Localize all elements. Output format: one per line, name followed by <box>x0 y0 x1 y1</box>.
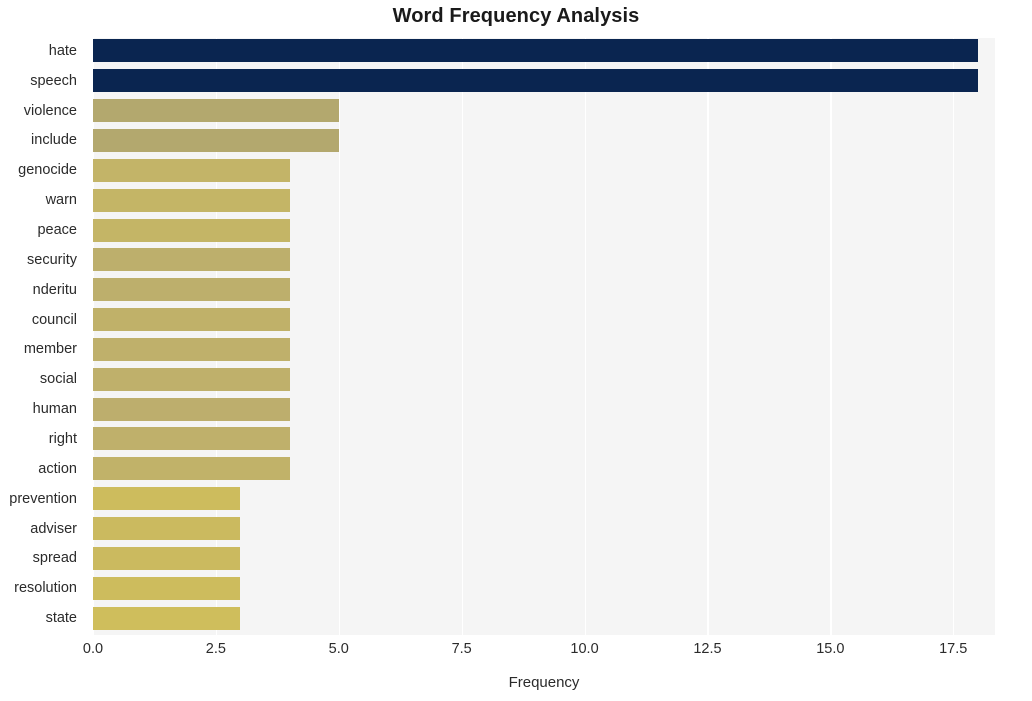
y-tick-label: social <box>39 371 77 388</box>
y-tick-label: adviser <box>30 520 77 537</box>
y-tick-label: action <box>38 460 77 477</box>
gridline <box>707 38 709 635</box>
bar <box>93 308 290 332</box>
bar <box>93 576 241 600</box>
word-frequency-chart: Word Frequency Analysis hate speech violen… <box>0 0 1032 701</box>
x-tick-label: 10.0 <box>570 641 599 657</box>
bar <box>93 218 290 242</box>
bar <box>93 606 241 630</box>
gridline <box>338 38 340 635</box>
y-tick-label: spread <box>32 550 77 567</box>
bar <box>93 517 241 541</box>
y-tick-label: nderitu <box>32 281 77 298</box>
plot-area <box>93 38 995 635</box>
x-tick-label: 5.0 <box>328 641 349 657</box>
bar <box>93 99 339 123</box>
gridline <box>93 38 95 635</box>
y-tick-label: security <box>27 251 77 268</box>
y-tick-label: human <box>32 401 77 418</box>
y-tick-label: warn <box>45 192 77 209</box>
y-tick-label: speech <box>30 72 77 89</box>
x-tick-label: 12.5 <box>693 641 722 657</box>
y-tick-label: right <box>48 430 77 447</box>
y-tick-label: resolution <box>14 580 77 597</box>
gridline <box>461 38 463 635</box>
bar <box>93 158 290 182</box>
bar <box>93 367 290 391</box>
y-tick-label: include <box>31 132 77 149</box>
gridline <box>953 38 955 635</box>
y-tick-label: violence <box>23 102 77 119</box>
bar <box>93 546 241 570</box>
bar <box>93 487 241 511</box>
bar <box>93 397 290 421</box>
y-tick-label: hate <box>48 42 77 59</box>
x-tick-label: 0.0 <box>82 641 104 657</box>
bar <box>93 128 339 152</box>
y-tick-label: state <box>45 610 77 627</box>
x-axis-title: Frequency <box>508 674 580 691</box>
bar <box>93 337 290 361</box>
bar <box>93 69 978 93</box>
y-axis-tick-labels: hate speech violence include genocide warn pea… <box>0 38 85 635</box>
x-tick-label: 7.5 <box>451 641 472 657</box>
x-axis-tick-labels: 0.0 2.5 5.0 7.5 10.0 12.5 15.0 17.5 <box>83 641 995 665</box>
x-tick-label: 15.0 <box>816 641 845 657</box>
bar <box>93 427 290 451</box>
y-tick-label: council <box>31 311 77 328</box>
y-tick-label: member <box>23 341 77 358</box>
x-tick-label: 17.5 <box>939 641 968 657</box>
y-tick-label: peace <box>37 222 77 239</box>
bar <box>93 278 290 302</box>
x-tick-label: 2.5 <box>205 641 226 657</box>
bar <box>93 188 290 212</box>
chart-title: Word Frequency Analysis <box>392 5 640 27</box>
y-tick-label: genocide <box>18 162 77 179</box>
gridline <box>830 38 832 635</box>
y-tick-label: prevention <box>9 490 77 507</box>
gridline <box>215 38 218 635</box>
bar <box>93 248 290 272</box>
gridline <box>584 38 586 635</box>
bar <box>93 457 290 481</box>
bar <box>93 39 978 63</box>
